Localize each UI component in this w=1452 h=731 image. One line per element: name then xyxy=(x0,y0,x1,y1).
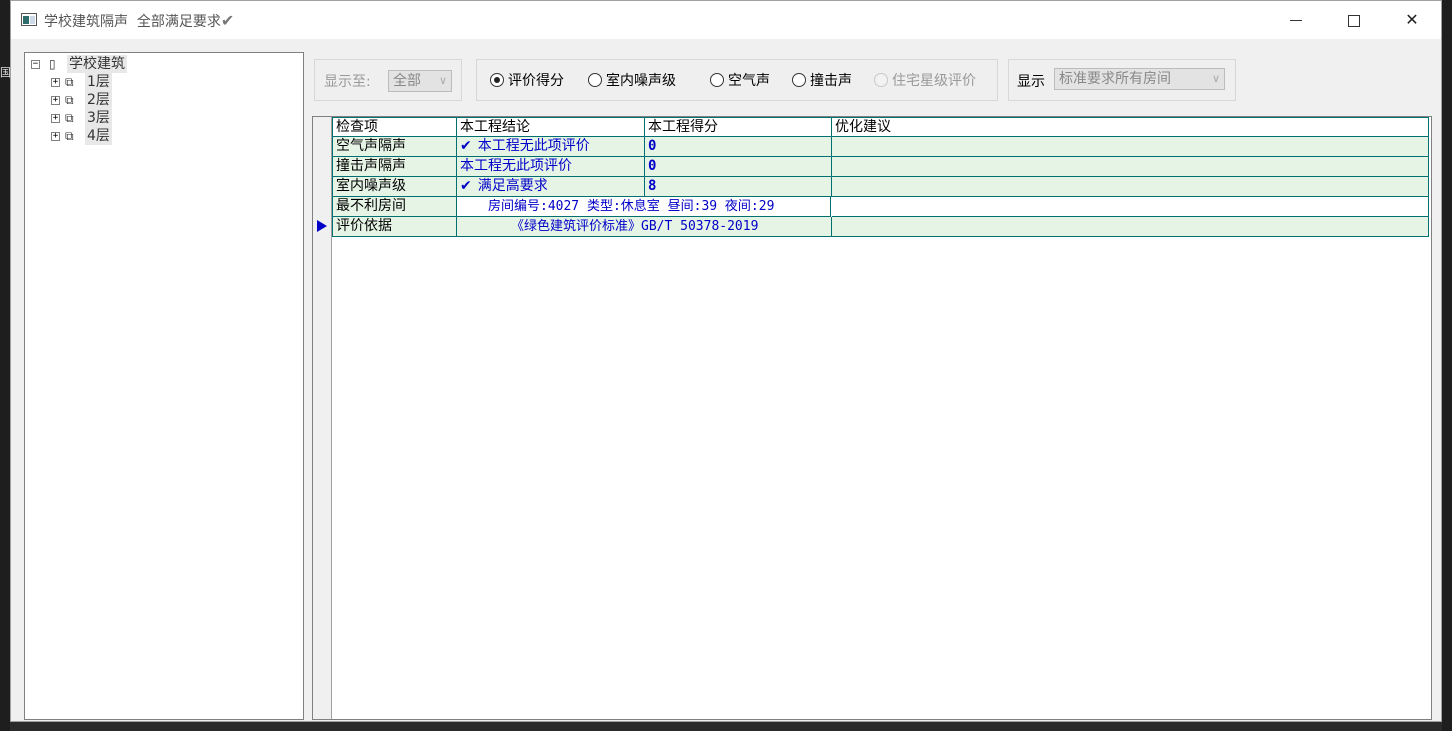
chevron-down-icon: ∨ xyxy=(438,74,447,87)
cell-item[interactable]: 空气声隔声 xyxy=(332,137,457,157)
check-icon: ✔ xyxy=(460,178,472,194)
show-filter-group: 显示 标准要求所有房间 ∨ xyxy=(1008,59,1236,101)
floor-icon: ⧉ xyxy=(65,111,74,125)
maximize-button[interactable] xyxy=(1325,1,1383,39)
cell-score[interactable]: 0 xyxy=(645,137,832,157)
cell-conclusion[interactable]: 房间编号:4027 类型:休息室 昼间:39 夜间:29 xyxy=(457,197,831,217)
radio-impact-sound[interactable]: 撞击声 xyxy=(792,73,852,90)
conclusion-text: 本工程无此项评价 xyxy=(477,138,590,154)
window-title-name: 学校建筑隔声 xyxy=(44,14,128,30)
cell-item[interactable]: 评价依据 xyxy=(332,217,457,237)
radio-airborne-sound[interactable]: 空气声 xyxy=(710,73,770,90)
minimize-icon xyxy=(1290,20,1302,21)
minimize-button[interactable] xyxy=(1267,1,1325,39)
expand-icon[interactable]: + xyxy=(51,78,60,87)
evaluation-mode-group: 评价得分 室内噪声级 空气声 撞击声 住宅星级评价 xyxy=(476,59,998,101)
expand-icon[interactable]: + xyxy=(51,96,60,105)
show-filter-value: 标准要求所有房间 xyxy=(1059,71,1171,87)
table-row[interactable]: 室内噪声级 ✔ 满足高要求 8 xyxy=(313,177,1429,197)
table-row-current[interactable]: 评价依据 《绿色建筑评价标准》GB/T 50378-2019 xyxy=(313,217,1429,237)
cell-score[interactable]: 0 xyxy=(645,157,832,177)
display-to-select[interactable]: 全部 ∨ xyxy=(388,70,452,92)
radio-label: 评价得分 xyxy=(508,73,564,89)
tree-node-label: 3层 xyxy=(85,109,112,127)
chevron-down-icon: ∨ xyxy=(1211,72,1220,85)
column-header[interactable]: 本工程结论 xyxy=(457,117,645,137)
floor-icon: ⧉ xyxy=(65,75,74,89)
radio-label: 空气声 xyxy=(728,73,770,89)
cell-advice[interactable] xyxy=(832,177,1429,197)
show-label: 显示 xyxy=(1017,74,1045,90)
conclusion-text: 满足高要求 xyxy=(477,178,548,194)
maximize-icon xyxy=(1348,14,1360,27)
building-icon: ▯ xyxy=(49,57,56,71)
background-window-edge: 国 xyxy=(0,0,11,731)
tree-node-label: 1层 xyxy=(85,73,112,91)
title-bar[interactable]: 学校建筑隔声 全部满足要求✔ ✕ xyxy=(11,1,1441,39)
show-filter-select[interactable]: 标准要求所有房间 ∨ xyxy=(1054,68,1225,90)
display-to-value: 全部 xyxy=(393,73,421,89)
radio-label: 室内噪声级 xyxy=(606,73,676,89)
cell-conclusion[interactable]: ✔ 满足高要求 xyxy=(457,177,645,197)
grid-header-row: 检查项 本工程结论 本工程得分 优化建议 xyxy=(313,117,1429,137)
radio-unselected-icon xyxy=(710,73,724,87)
app-icon xyxy=(21,13,37,26)
check-icon: ✔ xyxy=(460,138,472,154)
radio-label: 撞击声 xyxy=(810,73,852,89)
cell-conclusion[interactable]: 《绿色建筑评价标准》GB/T 50378-2019 xyxy=(457,217,832,237)
expand-icon[interactable]: + xyxy=(51,132,60,141)
cell-item[interactable]: 撞击声隔声 xyxy=(332,157,457,177)
cell-item[interactable]: 最不利房间 xyxy=(332,197,457,217)
radio-unselected-icon xyxy=(792,73,806,87)
building-tree[interactable]: − ▯ 学校建筑 + ⧉ 1层 + ⧉ 2层 + ⧉ 3层 + ⧉ 4层 xyxy=(24,52,304,720)
tree-node-label: 学校建筑 xyxy=(67,55,127,73)
collapse-icon[interactable]: − xyxy=(31,60,40,69)
column-header[interactable]: 本工程得分 xyxy=(645,117,832,137)
radio-selected-icon xyxy=(490,73,504,87)
results-grid[interactable]: 检查项 本工程结论 本工程得分 优化建议 空气声隔声 ✔ 本工程无此项评价 0 撞… xyxy=(312,116,1432,720)
radio-disabled-icon xyxy=(874,73,888,87)
radio-label: 住宅星级评价 xyxy=(892,73,976,89)
window-status: 全部满足要求 xyxy=(136,14,221,30)
cell-item[interactable]: 室内噪声级 xyxy=(332,177,457,197)
close-icon: ✕ xyxy=(1405,10,1419,29)
cell-advice[interactable] xyxy=(832,137,1429,157)
display-to-label: 显示至: xyxy=(324,74,371,90)
cell-advice[interactable] xyxy=(832,197,1429,217)
cell-score[interactable]: 8 xyxy=(645,177,832,197)
main-window: 学校建筑隔声 全部满足要求✔ ✕ − ▯ 学校建筑 + ⧉ 1层 + ⧉ 2层 … xyxy=(10,0,1442,722)
cell-advice[interactable] xyxy=(832,217,1429,237)
close-button[interactable]: ✕ xyxy=(1383,1,1441,39)
cell-conclusion[interactable]: ✔ 本工程无此项评价 xyxy=(457,137,645,157)
floor-icon: ⧉ xyxy=(65,129,74,143)
display-to-group: 显示至: 全部 ∨ xyxy=(314,59,462,101)
radio-evaluation-score[interactable]: 评价得分 xyxy=(490,73,564,90)
tree-node-label: 4层 xyxy=(85,127,112,145)
column-header[interactable]: 优化建议 xyxy=(832,117,1429,137)
check-icon: ✔ xyxy=(220,11,235,30)
cell-conclusion[interactable]: 本工程无此项评价 xyxy=(457,157,645,177)
radio-indoor-noise[interactable]: 室内噪声级 xyxy=(588,73,676,90)
table-row[interactable]: 最不利房间 房间编号:4027 类型:休息室 昼间:39 夜间:29 xyxy=(313,197,1429,217)
tree-node-label: 2层 xyxy=(85,91,112,109)
current-row-pointer-icon xyxy=(317,220,327,232)
floor-icon: ⧉ xyxy=(65,93,74,107)
table-row[interactable]: 撞击声隔声 本工程无此项评价 0 xyxy=(313,157,1429,177)
column-header[interactable]: 检查项 xyxy=(332,117,457,137)
expand-icon[interactable]: + xyxy=(51,114,60,123)
cell-advice[interactable] xyxy=(832,157,1429,177)
window-title: 学校建筑隔声 全部满足要求✔ xyxy=(44,11,234,31)
radio-residential-star: 住宅星级评价 xyxy=(874,73,976,90)
radio-unselected-icon xyxy=(588,73,602,87)
table-row[interactable]: 空气声隔声 ✔ 本工程无此项评价 0 xyxy=(313,137,1429,157)
background-window-edge-right xyxy=(1442,0,1452,731)
